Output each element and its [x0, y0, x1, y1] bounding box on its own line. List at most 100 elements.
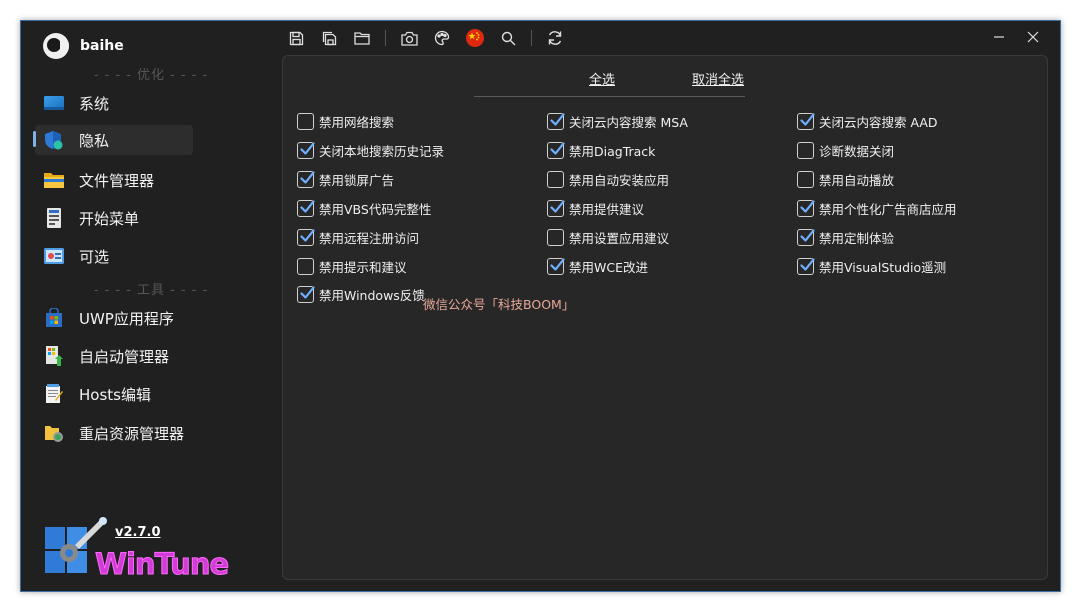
option-row[interactable]: 关闭云内容搜索 AAD	[797, 112, 938, 131]
startup-icon	[44, 346, 64, 366]
option-row[interactable]: 禁用网络搜索	[297, 112, 394, 131]
option-label: 禁用网络搜索	[319, 115, 395, 130]
option-label: 禁用锁屏广告	[319, 173, 395, 188]
refresh-icon[interactable]	[542, 25, 568, 51]
option-row[interactable]: 禁用VisualStudio遥测	[797, 257, 946, 276]
folder-icon	[44, 170, 64, 190]
option-row[interactable]: 禁用提示和建议	[297, 257, 407, 276]
close-icon[interactable]	[1016, 25, 1050, 49]
option-label: 禁用自动播放	[819, 173, 895, 188]
sidebar-item-label: 文件管理器	[79, 171, 155, 190]
sidebar-item-uwp-apps[interactable]: UWP应用程序	[35, 303, 193, 333]
checkbox-checked[interactable]	[297, 229, 315, 246]
checkbox-unchecked[interactable]	[547, 171, 564, 188]
sidebar: baihe - - - - 优化 - - - - 系统 隐私 文件管理器 开始菜…	[21, 21, 281, 591]
option-row[interactable]: 禁用设置应用建议	[547, 228, 669, 247]
checkbox-checked[interactable]	[297, 200, 315, 217]
camera-icon[interactable]	[396, 25, 422, 51]
sidebar-item-label: Hosts编辑	[79, 385, 151, 404]
checkbox-checked[interactable]	[797, 200, 815, 217]
open-folder-icon[interactable]	[349, 25, 375, 51]
option-label: 禁用提供建议	[569, 202, 645, 217]
window-controls	[982, 25, 1050, 49]
option-label: 诊断数据关闭	[819, 144, 895, 159]
option-row[interactable]: 禁用自动安装应用	[547, 170, 669, 189]
checkbox-checked[interactable]	[797, 258, 815, 275]
options-icon	[44, 246, 64, 266]
option-label: 禁用WCE改进	[569, 260, 648, 275]
divider	[474, 96, 745, 97]
sidebar-item-optional[interactable]: 可选	[35, 241, 193, 271]
sidebar-item-start-menu[interactable]: 开始菜单	[35, 203, 193, 233]
shield-icon	[44, 130, 64, 150]
option-label: 关闭云内容搜索 MSA	[569, 115, 688, 130]
version-link[interactable]: v2.7.0	[115, 525, 161, 540]
checkbox-unchecked[interactable]	[547, 229, 564, 246]
option-row[interactable]: 禁用VBS代码完整性	[297, 199, 431, 218]
notepad-icon	[44, 384, 64, 404]
option-row[interactable]: 禁用WCE改进	[547, 257, 648, 276]
option-label: 禁用远程注册访问	[319, 231, 420, 246]
option-row[interactable]: 禁用个性化广告商店应用	[797, 199, 957, 218]
option-label: 关闭云内容搜索 AAD	[819, 115, 938, 130]
section-label-tools: - - - - 工具 - - - -	[93, 283, 209, 298]
user-profile[interactable]: baihe	[43, 33, 124, 59]
sidebar-item-restart-explorer[interactable]: 重启资源管理器	[35, 418, 193, 448]
option-label: 禁用VBS代码完整性	[319, 202, 432, 217]
sidebar-item-hosts-editor[interactable]: Hosts编辑	[35, 379, 193, 409]
checkbox-unchecked[interactable]	[797, 142, 814, 159]
option-row[interactable]: 禁用定制体验	[797, 228, 894, 247]
china-flag-icon[interactable]	[462, 25, 488, 51]
checkbox-checked[interactable]	[547, 142, 565, 159]
checkbox-unchecked[interactable]	[297, 258, 314, 275]
option-row[interactable]: 关闭本地搜索历史记录	[297, 141, 444, 160]
minimize-icon[interactable]	[982, 25, 1016, 49]
deselect-all-link[interactable]: 取消全选	[692, 69, 744, 88]
search-icon[interactable]	[495, 25, 521, 51]
checkbox-checked[interactable]	[797, 229, 815, 246]
checkbox-checked[interactable]	[547, 258, 565, 275]
user-name: baihe	[80, 38, 124, 54]
toolbar	[283, 25, 575, 51]
save-icon[interactable]	[283, 25, 309, 51]
checkbox-checked[interactable]	[547, 113, 565, 130]
option-label: 禁用定制体验	[819, 231, 895, 246]
sidebar-item-label: 开始菜单	[79, 209, 140, 228]
app-window: baihe - - - - 优化 - - - - 系统 隐私 文件管理器 开始菜…	[20, 20, 1061, 592]
option-row[interactable]: 禁用远程注册访问	[297, 228, 419, 247]
sidebar-item-startup-manager[interactable]: 自启动管理器	[35, 341, 193, 371]
checkbox-checked[interactable]	[297, 142, 315, 159]
sidebar-item-label: 重启资源管理器	[79, 424, 185, 443]
sidebar-item-file-manager[interactable]: 文件管理器	[35, 165, 193, 195]
option-row[interactable]: 禁用DiagTrack	[547, 141, 655, 160]
toolbar-separator	[385, 30, 386, 46]
checkbox-checked[interactable]	[297, 286, 315, 303]
privacy-panel: 全选 取消全选 禁用网络搜索 关闭云内容搜索 MSA 关闭云内容搜索 AAD 关闭本地…	[282, 55, 1048, 580]
option-row[interactable]: 禁用提供建议	[547, 199, 644, 218]
checkbox-checked[interactable]	[547, 200, 565, 217]
option-row[interactable]: 禁用自动播放	[797, 170, 894, 189]
select-all-link[interactable]: 全选	[589, 69, 615, 88]
checkbox-checked[interactable]	[297, 171, 315, 188]
checkbox-unchecked[interactable]	[797, 171, 814, 188]
sidebar-item-label: 系统	[79, 94, 110, 113]
palette-icon[interactable]	[429, 25, 455, 51]
sidebar-item-label: UWP应用程序	[79, 309, 174, 328]
restart-explorer-icon	[44, 423, 64, 443]
option-row[interactable]: 诊断数据关闭	[797, 141, 894, 160]
watermark-text: 微信公众号「科技BOOM」	[423, 297, 575, 312]
sidebar-item-privacy[interactable]: 隐私	[33, 125, 193, 155]
option-label: 禁用提示和建议	[319, 260, 407, 275]
option-label: 禁用DiagTrack	[569, 144, 656, 159]
start-menu-icon	[44, 208, 64, 228]
sidebar-item-label: 可选	[79, 247, 110, 266]
option-row[interactable]: 关闭云内容搜索 MSA	[547, 112, 688, 131]
checkbox-checked[interactable]	[797, 113, 815, 130]
option-row[interactable]: 禁用锁屏广告	[297, 170, 394, 189]
sidebar-item-label: 隐私	[79, 131, 110, 150]
checkbox-unchecked[interactable]	[297, 113, 314, 130]
sidebar-item-system[interactable]: 系统	[35, 88, 193, 118]
sidebar-item-label: 自启动管理器	[79, 347, 170, 366]
option-row[interactable]: 禁用Windows反馈	[297, 285, 425, 304]
save-all-icon[interactable]	[316, 25, 342, 51]
